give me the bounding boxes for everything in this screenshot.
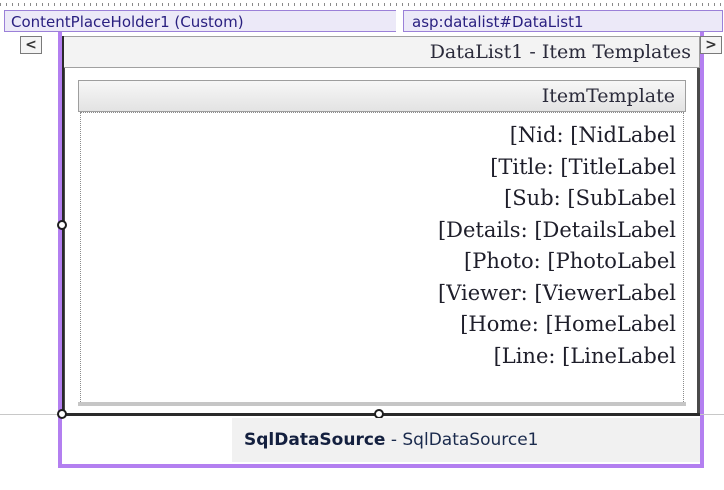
sqldatasource-control[interactable]: SqlDataSource - SqlDataSource1 xyxy=(232,418,700,462)
field-nid-label[interactable]: [Nid: [NidLabel xyxy=(438,120,676,152)
sqldatasource-type: SqlDataSource xyxy=(244,430,386,450)
template-fields: [Nid: [NidLabel [Title: [TitleLabel [Sub… xyxy=(438,120,676,372)
designer-surface: ContentPlaceHolder1 (Custom) asp:datalis… xyxy=(0,0,724,490)
field-viewer-label[interactable]: [Viewer: [ViewerLabel xyxy=(438,278,676,310)
tab-content-placeholder[interactable]: ContentPlaceHolder1 (Custom) xyxy=(4,10,396,32)
field-photo-label[interactable]: [Photo: [PhotoLabel xyxy=(438,246,676,278)
sqldatasource-name: SqlDataSource1 xyxy=(402,430,539,450)
sqldatasource-separator: - xyxy=(385,430,403,450)
tab-datalist[interactable]: asp:datalist#DataList1 xyxy=(403,10,723,32)
scroll-left-button[interactable]: < xyxy=(20,36,42,54)
field-sub-label[interactable]: [Sub: [SubLabel xyxy=(438,183,676,215)
item-template-bottom-bar xyxy=(78,402,686,406)
resize-handle-left[interactable] xyxy=(57,220,67,230)
scroll-right-button[interactable]: > xyxy=(700,36,722,54)
field-home-label[interactable]: [Home: [HomeLabel xyxy=(438,309,676,341)
field-line-label[interactable]: [Line: [LineLabel xyxy=(438,341,676,373)
field-details-label[interactable]: [Details: [DetailsLabel xyxy=(438,215,676,247)
item-template-header: ItemTemplate xyxy=(78,80,686,112)
resize-handle-bottom-left[interactable] xyxy=(57,409,67,419)
field-title-label[interactable]: [Title: [TitleLabel xyxy=(438,152,676,184)
datalist-header[interactable]: DataList1 - Item Templates xyxy=(62,36,700,68)
